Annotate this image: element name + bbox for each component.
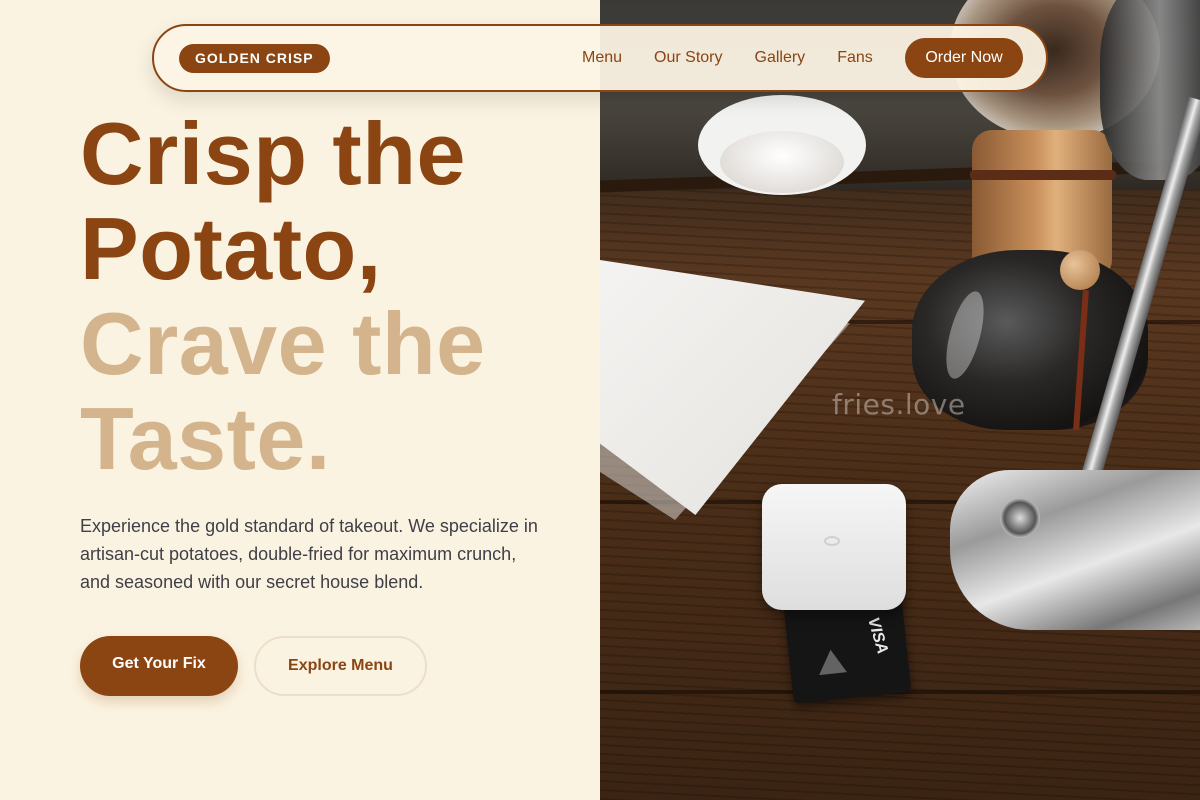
nav-links: Menu Our Story Gallery Fans [582, 26, 905, 90]
headline-line-3: Crave the [80, 294, 486, 393]
headline-line-4: Taste. [80, 389, 331, 488]
chrome-dial [1000, 498, 1040, 538]
headline-line-1: Crisp the [80, 104, 466, 203]
get-your-fix-button[interactable]: Get Your Fix [80, 636, 238, 696]
hero-description: Experience the gold standard of takeout.… [80, 516, 538, 592]
nav-link-our-story[interactable]: Our Story [654, 49, 722, 67]
card-logo-triangle [816, 648, 847, 676]
headline-line-2: Potato, [80, 199, 382, 298]
order-now-button[interactable]: Order Now [905, 38, 1023, 78]
white-cup [698, 95, 866, 281]
explore-menu-button[interactable]: Explore Menu [254, 636, 427, 696]
nav-link-gallery[interactable]: Gallery [755, 49, 806, 67]
watermark-text: fries.love [832, 388, 966, 421]
chrome-base [950, 470, 1200, 630]
navbar: GOLDEN CRISP Menu Our Story Gallery Fans… [152, 24, 1048, 92]
cup-inside [720, 131, 844, 193]
brand-logo[interactable]: GOLDEN CRISP [179, 44, 330, 73]
nav-link-fans[interactable]: Fans [837, 49, 873, 67]
card-reader [762, 484, 906, 610]
nav-link-menu[interactable]: Menu [582, 49, 622, 67]
contactless-icon [824, 536, 840, 546]
leather-tie [970, 170, 1116, 180]
hero-headline: Crisp the Potato, Crave the Taste. [80, 106, 486, 486]
card-brand-label: VISA [863, 615, 891, 657]
wooden-bead [1060, 250, 1100, 290]
